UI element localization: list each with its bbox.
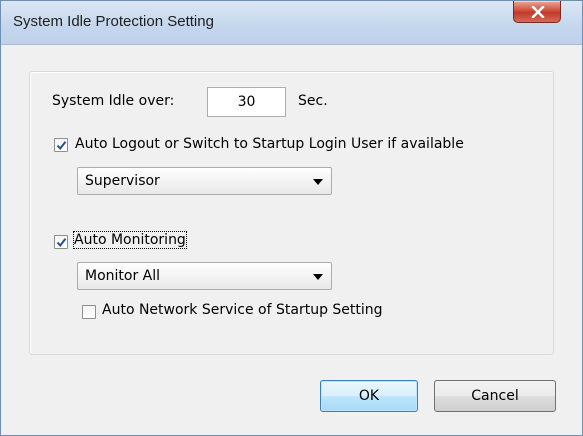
user-dropdown[interactable]: Supervisor: [77, 167, 332, 195]
idle-unit-label: Sec.: [298, 93, 328, 109]
window-title: System Idle Protection Setting: [13, 13, 214, 30]
auto-monitoring-checkbox[interactable]: [54, 235, 68, 249]
auto-logout-label[interactable]: Auto Logout or Switch to Startup Login U…: [75, 136, 464, 152]
monitor-mode-dropdown[interactable]: Monitor All: [77, 262, 332, 290]
auto-network-label[interactable]: Auto Network Service of Startup Setting: [102, 302, 383, 318]
close-icon: [531, 6, 545, 18]
chevron-down-icon: [313, 179, 323, 185]
cancel-button[interactable]: Cancel: [434, 380, 556, 412]
auto-monitoring-label[interactable]: Auto Monitoring: [73, 231, 187, 249]
monitor-mode-value: Monitor All: [85, 268, 161, 284]
chevron-down-icon: [313, 274, 323, 280]
title-bar[interactable]: System Idle Protection Setting: [1, 1, 582, 45]
ok-button[interactable]: OK: [320, 380, 418, 412]
checkmark-icon: [56, 141, 67, 151]
checkmark-icon: [56, 238, 67, 248]
idle-label: System Idle over:: [52, 93, 175, 109]
user-dropdown-value: Supervisor: [85, 173, 160, 189]
auto-network-checkbox[interactable]: [82, 305, 96, 319]
idle-seconds-input[interactable]: 30: [207, 87, 286, 117]
auto-logout-checkbox[interactable]: [54, 138, 68, 152]
close-button[interactable]: [513, 1, 561, 23]
